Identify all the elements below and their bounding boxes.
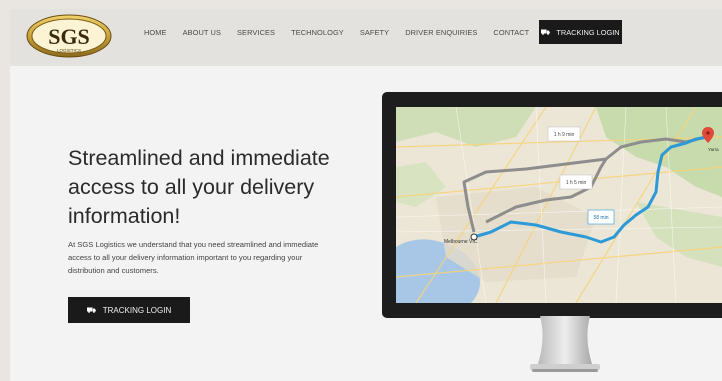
destination-label: Yarra	[708, 147, 719, 152]
main-nav: HOME ABOUT US SERVICES TECHNOLOGY SAFETY…	[144, 9, 545, 55]
header-tracking-login-button[interactable]: TRACKING LOGIN	[539, 20, 622, 44]
nav-contact[interactable]: CONTACT	[493, 28, 529, 37]
hero-paragraph: At SGS Logistics we understand that you …	[68, 240, 319, 275]
header-tracking-login-label: TRACKING LOGIN	[556, 27, 620, 37]
svg-text:58 min: 58 min	[593, 215, 608, 221]
hero-tracking-login-button[interactable]: TRACKING LOGIN	[68, 297, 190, 323]
truck-icon	[541, 29, 551, 35]
monitor-stand	[530, 316, 600, 372]
monitor-mockup: 1 h 9 min 1 h 5 min 58 min Melbourne VIC…	[382, 92, 722, 377]
site-header: SGS LOGISTICS HOME ABOUT US SERVICES TEC…	[10, 9, 722, 66]
route-time-label-1[interactable]: 1 h 9 min	[547, 126, 581, 142]
nav-driver-enquiries[interactable]: DRIVER ENQUIRIES	[405, 28, 477, 37]
route-map: 1 h 9 min 1 h 5 min 58 min Melbourne VIC…	[396, 107, 722, 303]
svg-text:1 h 9 min: 1 h 9 min	[554, 132, 575, 138]
sgs-logo[interactable]: SGS LOGISTICS	[26, 14, 112, 58]
route-time-label-3[interactable]: 58 min	[587, 209, 615, 225]
nav-services[interactable]: SERVICES	[237, 28, 275, 37]
hero-headline: Streamlined and immediate access to all …	[68, 146, 330, 228]
map-graphic: 1 h 9 min 1 h 5 min 58 min Melbourne VIC…	[396, 107, 722, 303]
nav-technology[interactable]: TECHNOLOGY	[291, 28, 344, 37]
truck-icon	[86, 307, 96, 313]
route-time-label-2[interactable]: 1 h 5 min	[559, 174, 593, 190]
nav-home[interactable]: HOME	[144, 28, 167, 37]
svg-text:1 h 5 min: 1 h 5 min	[566, 180, 587, 186]
origin-marker-icon	[470, 233, 478, 241]
nav-about-us[interactable]: ABOUT US	[183, 28, 221, 37]
logo-text: SGS	[48, 24, 90, 49]
nav-safety[interactable]: SAFETY	[360, 28, 389, 37]
hero-tracking-login-label: TRACKING LOGIN	[102, 305, 172, 315]
logo-subtext: LOGISTICS	[57, 48, 81, 53]
